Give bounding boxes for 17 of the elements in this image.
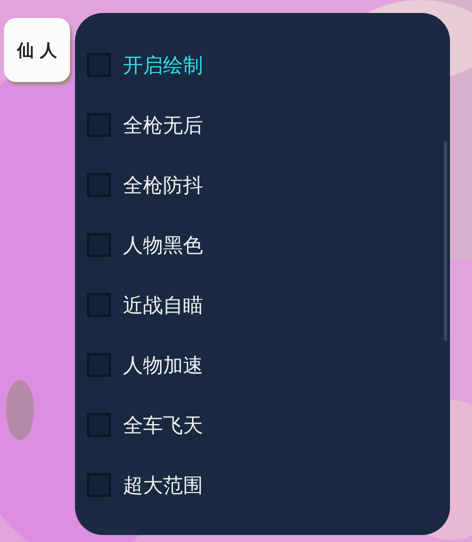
option-label[interactable]: 近战自瞄: [123, 289, 203, 321]
checkbox[interactable]: [87, 173, 111, 197]
option-label[interactable]: 人物加速: [123, 349, 203, 381]
checkbox[interactable]: [87, 233, 111, 257]
checkbox[interactable]: [87, 473, 111, 497]
checkbox[interactable]: [87, 293, 111, 317]
option-label[interactable]: 人物黑色: [123, 229, 203, 261]
checkbox[interactable]: [87, 53, 111, 77]
side-tab[interactable]: 仙 人: [4, 18, 70, 82]
option-label[interactable]: 全车飞天: [123, 409, 203, 441]
option-label[interactable]: 开启绘制: [123, 49, 203, 81]
checkbox[interactable]: [87, 113, 111, 137]
option-label[interactable]: 全枪防抖: [123, 169, 203, 201]
checkbox[interactable]: [87, 413, 111, 437]
option-label[interactable]: 超大范围: [123, 469, 203, 501]
checkbox[interactable]: [87, 353, 111, 377]
option-label[interactable]: 全枪无后: [123, 109, 203, 141]
